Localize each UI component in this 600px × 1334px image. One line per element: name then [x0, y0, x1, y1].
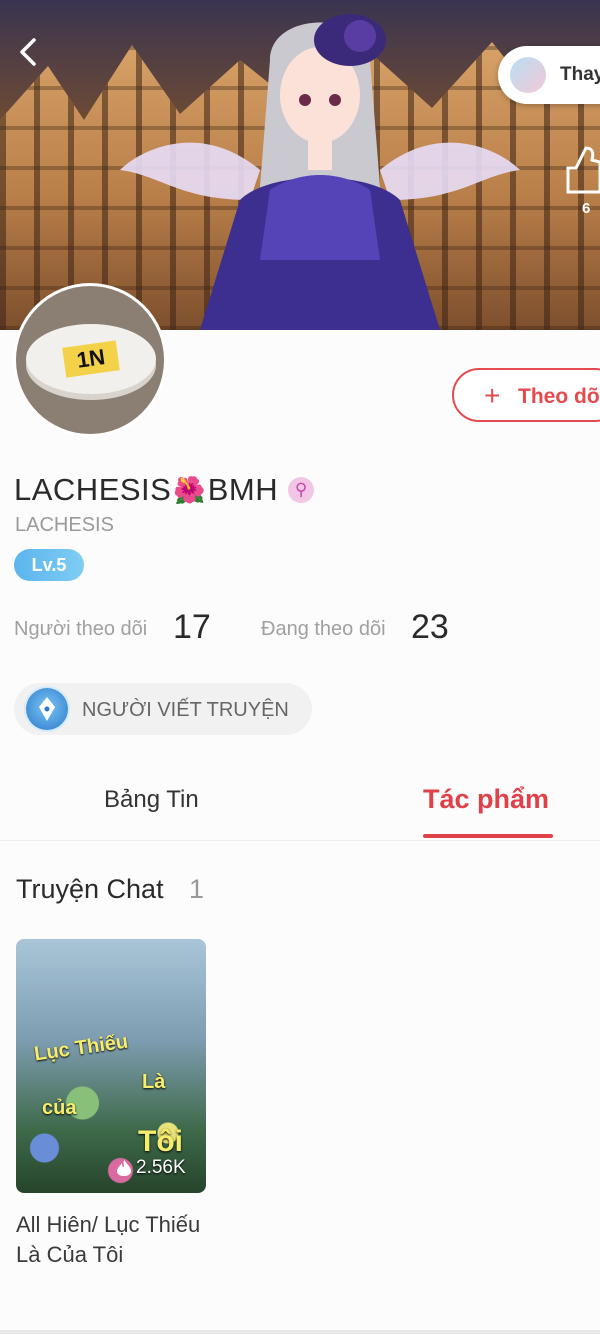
cover-character-illustration	[120, 14, 520, 330]
story-cover[interactable]: Lục Thiếu Là của Tôi 2.56K	[16, 939, 206, 1193]
cover-text-line4: Tôi	[138, 1125, 183, 1158]
like-button[interactable]	[560, 140, 600, 220]
flame-icon	[117, 1160, 131, 1176]
profile-cover-image: Thay 6	[0, 0, 600, 330]
section-count: 1	[189, 874, 205, 904]
cover-text-line2: Là	[142, 1071, 166, 1093]
display-name: LACHESIS	[14, 472, 172, 507]
pen-nib-icon	[26, 688, 68, 730]
username: LACHESIS	[15, 514, 114, 536]
active-tab-indicator	[423, 834, 553, 838]
profile-avatar[interactable]: 1N	[16, 286, 164, 434]
display-name-suffix: BMH	[207, 472, 279, 507]
bottom-divider	[0, 1330, 600, 1334]
visitor-avatar	[510, 57, 546, 93]
thumbs-up-icon	[566, 146, 600, 194]
role-chip[interactable]: NGƯỜI VIẾT TRUYỆN	[14, 683, 312, 735]
story-views-count: 2.56K	[136, 1157, 186, 1178]
followers-label[interactable]: Người theo dõi	[14, 618, 147, 641]
followers-count[interactable]: 17	[173, 608, 211, 647]
like-count: 6	[582, 200, 591, 217]
profile-tabs: Bảng Tin Tác phẩm	[0, 760, 600, 841]
cover-text-line3: của	[42, 1097, 77, 1119]
story-views: 2.56K	[116, 1157, 186, 1179]
role-label: NGƯỜI VIẾT TRUYỆN	[82, 699, 289, 721]
visitor-pill[interactable]: Thay	[498, 46, 600, 104]
follow-button-label: Theo dõi	[518, 385, 600, 408]
tab-feed[interactable]: Bảng Tin	[104, 786, 199, 814]
plus-icon: +	[484, 380, 501, 411]
visitor-label: Thay	[560, 64, 600, 85]
hibiscus-emoji: 🌺	[173, 474, 206, 505]
tab-works[interactable]: Tác phẩm	[423, 784, 549, 815]
follow-button[interactable]: + Theo dõi	[452, 368, 600, 422]
back-arrow-icon[interactable]	[14, 36, 46, 68]
following-count[interactable]: 23	[411, 608, 449, 647]
gender-female-icon: ⚲	[288, 477, 315, 503]
story-title[interactable]: All Hiên/ Lục Thiếu Là Của Tôi	[16, 1210, 216, 1270]
display-name-row: LACHESIS 🌺 BMH ⚲	[14, 470, 315, 510]
following-label[interactable]: Đang theo dõi	[261, 618, 386, 641]
level-badge: Lv.5	[14, 549, 84, 581]
section-title: Truyện Chat	[16, 874, 164, 904]
